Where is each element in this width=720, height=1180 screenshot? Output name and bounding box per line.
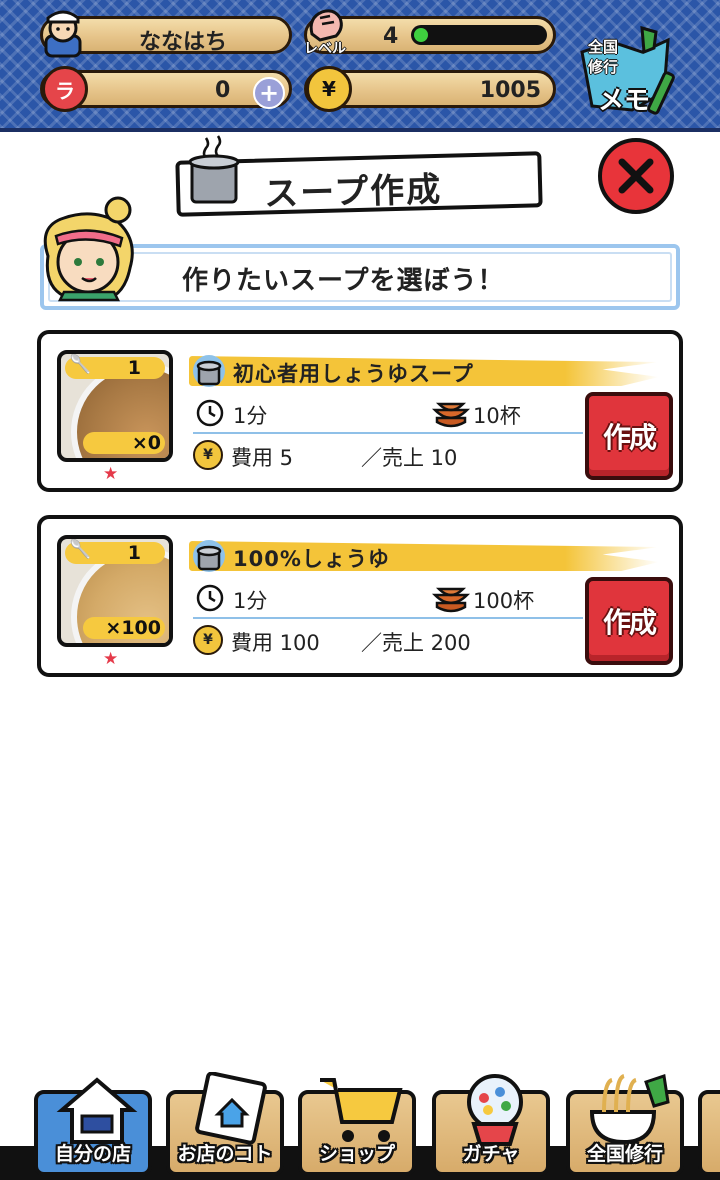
coin-icon: ¥ [306, 66, 352, 112]
stat-divider [193, 432, 583, 434]
close-icon [618, 158, 654, 194]
ladle-icon: 🥄 [69, 539, 92, 560]
cart-icon [320, 1078, 403, 1142]
cost: 費用 100 [231, 631, 320, 655]
recipe-card[interactable]: 🥄 1 ×100 ★ 100%しょうゆ 1分 100杯 ¥ 費用 100 ／売上… [37, 515, 683, 677]
rarity-star: ★ [103, 649, 119, 669]
player-avatar-icon[interactable] [40, 6, 86, 58]
coin-count: 1005 [479, 78, 541, 103]
coin-icon: ¥ [193, 440, 223, 470]
soup-thumbnail: 🥄 1 ×100 [57, 535, 173, 647]
soup-thumbnail: 🥄 1 ×0 [57, 350, 173, 462]
nav-label: 自分の店 [54, 1143, 131, 1165]
clock-icon [196, 399, 224, 427]
sales: ／売上 10 [361, 446, 458, 470]
nav-more-partial[interactable] [698, 1090, 720, 1176]
make-button-label: 作成 [602, 606, 657, 639]
thumb-count: 1 [127, 542, 141, 564]
instruction-text: 作りたいスープを選ぼう！ [182, 266, 505, 296]
rarity-star: ★ [103, 464, 119, 484]
nav-label: 全国修行 [586, 1143, 663, 1165]
add-ticket-button[interactable]: + [253, 77, 285, 109]
japan-map-icon [589, 1074, 670, 1145]
level-value: 4 [383, 24, 399, 49]
recipe-name: 100%しょうゆ [233, 547, 390, 571]
stock-count: ×0 [131, 432, 161, 454]
coin-symbol: ¥ [322, 77, 336, 101]
gacha-bowl-icon [467, 1074, 523, 1146]
cook-time: 1分 [233, 404, 268, 428]
bowls-icon [431, 587, 471, 613]
sales: ／売上 200 [361, 631, 471, 655]
clock-icon [196, 584, 224, 612]
nav-gacha[interactable]: ガチャ [432, 1074, 550, 1176]
shop-info-icon [195, 1072, 267, 1145]
pot-icon [193, 355, 225, 387]
stat-divider [193, 617, 583, 619]
nav-national-training[interactable]: 全国修行 [566, 1074, 684, 1176]
ladle-icon: 🥄 [69, 354, 92, 375]
shop-house-icon [56, 1077, 138, 1144]
pot-icon [193, 540, 225, 572]
coin-symbol: ¥ [203, 632, 213, 648]
level-progress-fill [414, 28, 428, 42]
make-button-label: 作成 [602, 421, 657, 454]
nav-label: お店のコト [177, 1143, 273, 1165]
memo-line2: 修行 [588, 58, 619, 76]
thumb-count: 1 [127, 357, 141, 379]
nav-shop-info[interactable]: お店のコト [166, 1072, 284, 1176]
memo-button[interactable]: 全国 修行 メモ [572, 22, 678, 122]
nav-label: ショップ [318, 1143, 395, 1165]
page-title: スープ作成 [263, 169, 443, 215]
recipe-card[interactable]: 🥄 1 ×0 ★ 初心者用しょうゆスープ 1分 10杯 ¥ 費用 5 ／売上 1… [37, 330, 683, 492]
level-label: レベル [304, 41, 346, 57]
memo-line3: メモ [598, 86, 651, 116]
make-soup-button[interactable]: 作成 [585, 577, 673, 665]
level-progress-bar [411, 25, 547, 45]
servings: 100杯 [473, 589, 535, 613]
nav-my-shop[interactable]: 自分の店 [34, 1077, 152, 1176]
cook-time: 1分 [233, 589, 268, 613]
bowls-icon [431, 402, 471, 428]
ramen-ticket-symbol: ラ [55, 78, 75, 103]
player-name: ななはち [139, 30, 228, 55]
close-button[interactable] [598, 138, 674, 214]
stock-count: ×100 [105, 617, 161, 639]
nav-shop[interactable]: ショップ [298, 1078, 416, 1176]
ramen-ticket-count: 0 [215, 78, 231, 103]
make-soup-button[interactable]: 作成 [585, 392, 673, 480]
memo-line1: 全国 [588, 38, 619, 56]
recipe-name: 初心者用しょうゆスープ [233, 362, 474, 386]
cost: 費用 5 [231, 446, 294, 470]
top-status-bar: ななはち 4 レベル 0 ラ + 1005 ¥ 全国 修行 メモ [0, 0, 720, 132]
coin-icon: ¥ [193, 625, 223, 655]
ramen-ticket-icon: ラ [42, 66, 88, 112]
coin-symbol: ¥ [203, 447, 213, 463]
steam-pot-icon [186, 134, 242, 206]
servings: 10杯 [473, 404, 521, 428]
guide-character-avatar [34, 196, 144, 306]
nav-label: ガチャ [462, 1143, 520, 1165]
